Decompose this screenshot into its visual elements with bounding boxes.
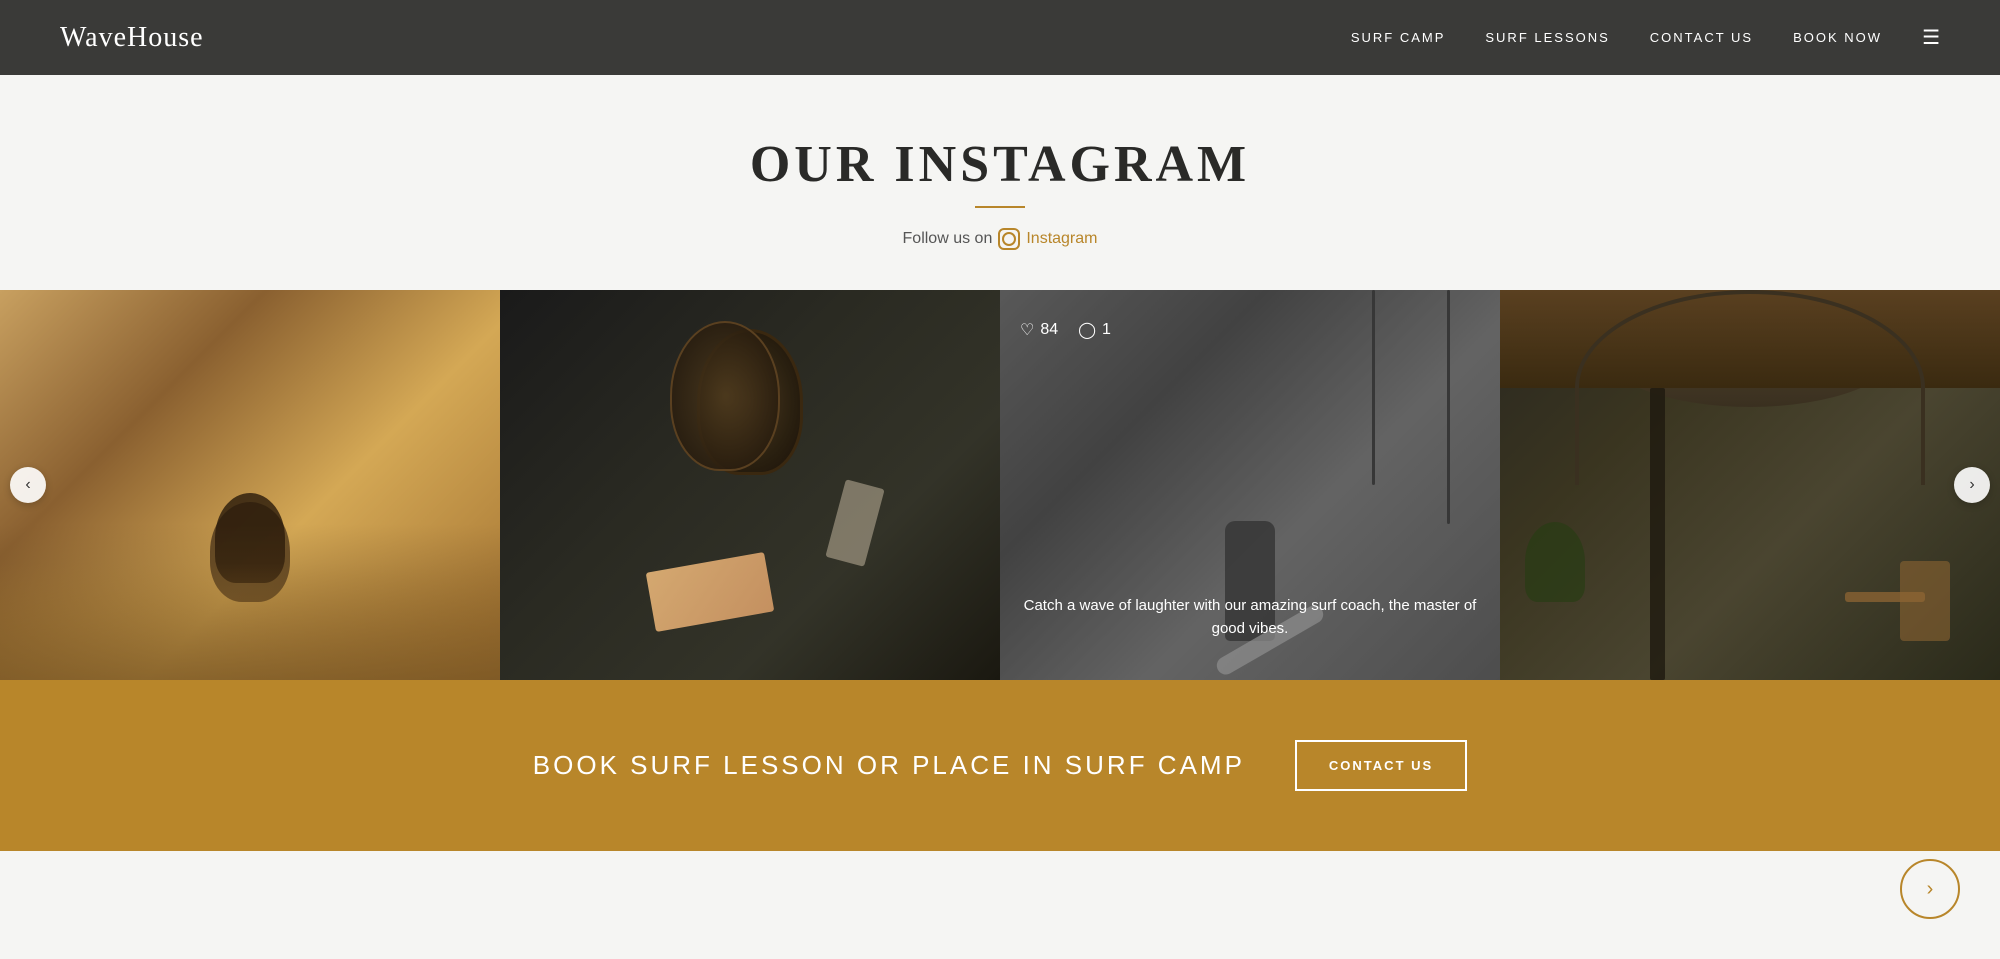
nav-book-now[interactable]: BOOK NOW <box>1793 30 1882 45</box>
plant <box>1525 522 1585 602</box>
nav-links: SURF CAMP SURF LESSONS CONTACT US BOOK N… <box>1351 25 1940 50</box>
photo-2-bg <box>500 290 1000 680</box>
photo-1-bg <box>0 290 500 680</box>
likes-count: 84 <box>1040 321 1058 339</box>
instagram-photo-1[interactable] <box>0 290 500 680</box>
instagram-section: OUR INSTAGRAM Follow us on Instagram <box>0 75 2000 290</box>
menu-book <box>646 552 775 632</box>
column <box>1650 388 1665 681</box>
photo-4-bg <box>1500 290 2000 680</box>
comments-count: 1 <box>1102 321 1111 339</box>
cutlery <box>825 479 884 567</box>
menu-icon[interactable]: ☰ <box>1922 25 1940 50</box>
instagram-photo-grid: ‹ ♡ <box>0 290 2000 680</box>
nav-surf-camp[interactable]: SURF CAMP <box>1351 30 1446 45</box>
follow-text: Follow us on <box>903 230 993 248</box>
instagram-photo-3[interactable]: ♡ 84 ◯ 1 Catch a wave of laughter with o… <box>1000 290 1500 680</box>
cta-section: BOOK SURF LESSON OR PLACE IN SURF CAMP C… <box>0 680 2000 851</box>
glass-dome <box>670 321 780 471</box>
bottom-arrow-icon: › <box>1927 878 1934 901</box>
nav-contact-us[interactable]: CONTACT US <box>1650 30 1753 45</box>
bottom-circle-button[interactable]: › <box>1900 859 1960 919</box>
instagram-icon <box>998 228 1020 250</box>
arch <box>1575 290 1925 485</box>
photo-comments: ◯ 1 <box>1078 320 1111 340</box>
instagram-photo-2[interactable] <box>500 290 1000 680</box>
heart-icon: ♡ <box>1020 320 1034 340</box>
instagram-follow[interactable]: Follow us on Instagram <box>20 228 1980 250</box>
photo-likes: ♡ 84 <box>1020 320 1058 340</box>
chair <box>1900 561 1950 641</box>
navbar: WaveHouse SURF CAMP SURF LESSONS CONTACT… <box>0 0 2000 75</box>
comment-icon: ◯ <box>1078 320 1096 340</box>
water-ripples <box>0 563 500 680</box>
cta-text: BOOK SURF LESSON OR PLACE IN SURF CAMP <box>533 750 1245 781</box>
nav-logo[interactable]: WaveHouse <box>60 22 204 54</box>
photo-caption: Catch a wave of laughter with our amazin… <box>1020 595 1480 640</box>
photo-3-stats: ♡ 84 ◯ 1 <box>1020 320 1480 340</box>
nav-surf-lessons[interactable]: SURF LESSONS <box>1485 30 1609 45</box>
instagram-link[interactable]: Instagram <box>1026 230 1097 248</box>
instagram-title: OUR INSTAGRAM <box>20 135 1980 194</box>
surfer-silhouette <box>215 493 285 583</box>
carousel-next-button[interactable]: › <box>1954 467 1990 503</box>
photo-3-overlay: ♡ 84 ◯ 1 Catch a wave of laughter with o… <box>1000 290 1500 680</box>
instagram-photo-4[interactable] <box>1500 290 2000 680</box>
carousel-prev-button[interactable]: ‹ <box>10 467 46 503</box>
instagram-divider <box>975 206 1025 208</box>
cta-contact-button[interactable]: CONTACT US <box>1295 740 1467 791</box>
